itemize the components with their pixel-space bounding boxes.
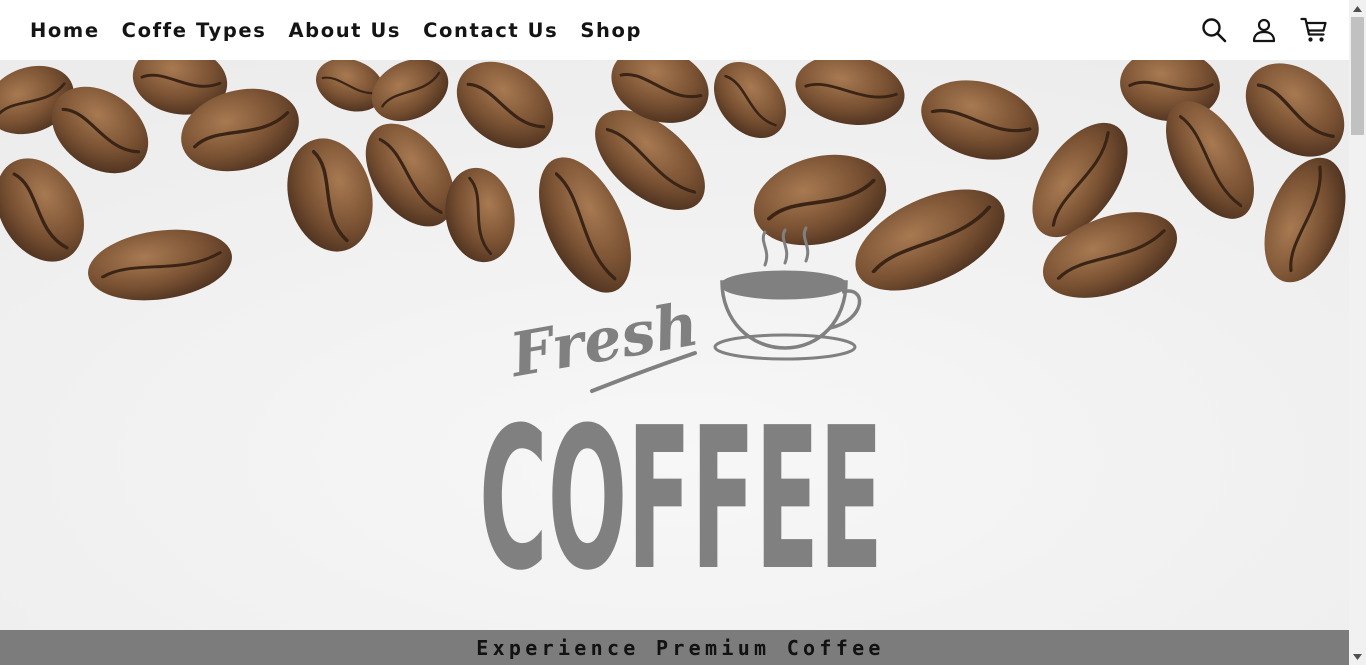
nav-icons [1199,0,1329,60]
scroll-up-arrow-icon[interactable] [1349,0,1366,17]
tagline-text: Experience Premium Coffee [476,635,885,660]
top-navbar: Home Coffe Types About Us Contact Us Sho… [0,0,1349,60]
vertical-scrollbar[interactable] [1349,0,1366,665]
search-icon[interactable] [1199,15,1229,45]
hero-image: Fresh COFFEE [0,60,1349,630]
nav-link-contact-us[interactable]: Contact Us [412,19,569,42]
cart-icon[interactable] [1299,15,1329,45]
user-icon[interactable] [1249,15,1279,45]
hero-banner: Fresh COFFEE [0,60,1349,630]
logo-word-text: COFFEE [479,386,883,614]
page: Home Coffe Types About Us Contact Us Sho… [0,0,1349,665]
scroll-down-arrow-icon[interactable] [1349,648,1366,665]
tagline-banner: Experience Premium Coffee [0,630,1349,665]
nav-link-home[interactable]: Home [19,19,111,42]
scrollbar-thumb[interactable] [1351,17,1364,135]
nav-link-shop[interactable]: Shop [569,19,653,42]
nav-link-about-us[interactable]: About Us [277,19,412,42]
nav-links: Home Coffe Types About Us Contact Us Sho… [19,0,653,60]
nav-link-coffe-types[interactable]: Coffe Types [111,19,278,42]
